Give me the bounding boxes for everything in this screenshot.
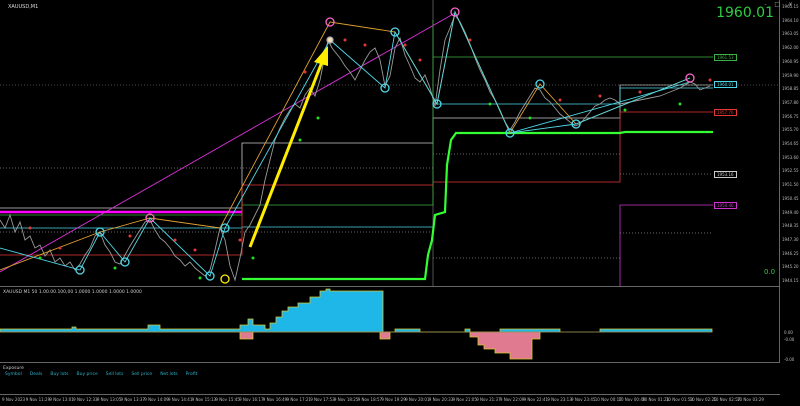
swing-markers — [75, 7, 695, 284]
time-axis-label: 9 Nov 16:49 — [262, 397, 288, 402]
price-axis-label: 1946.25 — [782, 250, 799, 256]
time-axis-label: 10 Nov 03:29 — [737, 397, 764, 402]
price-axis-label: 1945.20 — [782, 264, 799, 270]
time-axis-label: 9 Nov 13:01 — [49, 397, 74, 402]
price-axis-label: 1964.10 — [782, 17, 799, 23]
time-axis-label: 9 Nov 11:29 — [25, 397, 51, 402]
exposure-columns: Symbol Deals Buy lots Buy price Sell lots Sel… — [5, 372, 205, 377]
price-axis-label: 1959.90 — [782, 72, 799, 78]
hist-negative — [0, 331, 541, 360]
price-axis: 1965.15 1964.10 1963.05 1962.00 1960.95 1959.… — [782, 0, 800, 287]
price-axis-label: 1956.75 — [782, 113, 799, 119]
indicator-label: XAUUSD M1 50 1.00.00.100,00 1.0000 1.000… — [3, 290, 142, 295]
price-axis-label: 1949.40 — [782, 209, 799, 215]
time-axis-label: 9 Nov 2023 — [2, 397, 26, 402]
price-chart[interactable] — [0, 0, 780, 287]
symbol-label: XAUUSD,M1 — [8, 4, 39, 10]
exposure-column-header[interactable]: Sell price — [131, 372, 152, 377]
time-axis-label: 9 Nov 12:33 — [73, 397, 98, 402]
price-axis-label: 1944.15 — [782, 278, 799, 283]
time-axis-label: 9 Nov 14:41 — [167, 397, 193, 402]
time-axis-label: 9 Nov 14:09 — [144, 397, 169, 402]
zigzag-cyan — [0, 10, 691, 277]
time-axis-label: 9 Nov 23:45 — [571, 397, 596, 402]
time-axis-label: 9 Nov 15:13 — [191, 397, 217, 402]
time-axis-label: 9 Nov 21:05 — [452, 397, 477, 402]
time-axis-label: 9 Nov 15:45 — [215, 397, 240, 402]
price-axis-label: 1962.00 — [782, 45, 799, 51]
zero-value-label: 0.0 — [764, 268, 776, 276]
yellow-arrow — [248, 46, 328, 248]
price-axis-label: 1952.55 — [782, 168, 799, 174]
time-axis-label: 9 Nov 17:21 — [286, 397, 311, 402]
magenta-trendline — [0, 12, 456, 273]
price-axis-label: 1951.50 — [782, 182, 799, 188]
price-tag-red: 1957.76 — [714, 109, 737, 116]
time-axis-label: 9 Nov 23:13 — [547, 397, 572, 402]
price-axis-label: 1957.80 — [782, 99, 799, 105]
price-axis-label: 1960.95 — [782, 58, 799, 64]
swing-marker-bottom — [220, 274, 230, 284]
price-axis-label: 1954.65 — [782, 141, 799, 146]
time-axis-label: 9 Nov 13:37 — [120, 397, 145, 402]
time-axis: 9 Nov 2023 9 Nov 11:29 9 Nov 13:01 9 Nov 12… — [0, 397, 780, 406]
price-axis-label: 1953.60 — [782, 154, 799, 160]
exposure-column-header[interactable]: Buy price — [77, 372, 98, 377]
time-axis-label: 9 Nov 22:41 — [523, 397, 549, 402]
time-axis-label: 9 Nov 21:37 — [476, 397, 501, 402]
time-axis-label: 9 Nov 20:33 — [428, 397, 454, 402]
price-axis-label: 1958.85 — [782, 86, 799, 92]
exposure-column-header[interactable]: Net lots — [160, 372, 177, 377]
price-tag-cyan: 1960.01 — [714, 81, 737, 88]
time-axis-label: 9 Nov 18:57 — [357, 397, 383, 402]
price-tag-green: 1961.53 — [714, 54, 737, 61]
exposure-column-header[interactable]: Symbol — [5, 372, 22, 377]
price-axis-label: 1965.15 — [782, 4, 799, 9]
price-axis-label: 1950.45 — [782, 195, 799, 201]
price-axis-label: 1963.05 — [782, 31, 799, 37]
time-axis-label: 9 Nov 22:09 — [499, 397, 525, 402]
chart-window[interactable]: XAUUSD,M1 1960.01 0.0 - □ × 1965.15 1964.… — [0, 0, 800, 406]
time-axis-label: 9 Nov 20:01 — [405, 397, 430, 402]
price-axis-label: 1947.30 — [782, 236, 799, 242]
green-trail — [242, 130, 713, 281]
time-axis-label: 9 Nov 17:53 — [310, 397, 335, 402]
exposure-indicator-panel[interactable] — [0, 287, 780, 363]
swing-marker-top — [326, 36, 334, 44]
exposure-column-header[interactable]: Profit — [186, 372, 198, 377]
indicator-axis-label: -0.00 — [784, 357, 795, 362]
indicator-axis-label: -0.00 — [784, 337, 795, 342]
time-axis-label: 9 Nov 18:25 — [333, 397, 359, 402]
exposure-column-header[interactable]: Sell lots — [106, 372, 124, 377]
price-axis-label: 1955.70 — [782, 127, 799, 133]
price-tag-magenta: 1950.46 — [714, 202, 737, 209]
hist-positive — [0, 288, 713, 333]
time-axis-label: 9 Nov 13:05 — [96, 397, 122, 402]
exposure-column-header[interactable]: Buy lots — [50, 372, 68, 377]
exposure-column-header[interactable]: Deals — [30, 372, 43, 377]
time-axis-label: 9 Nov 19:29 — [381, 397, 406, 402]
price-tag-gray: 1953.16 — [714, 171, 737, 178]
time-axis-label: 9 Nov 16:17 — [239, 397, 264, 402]
indicator-axis-label: 0.00 — [784, 330, 793, 335]
price-axis-label: 1948.35 — [782, 223, 799, 229]
time-axis-border — [0, 394, 780, 395]
exposure-title: Exposure — [3, 366, 24, 371]
